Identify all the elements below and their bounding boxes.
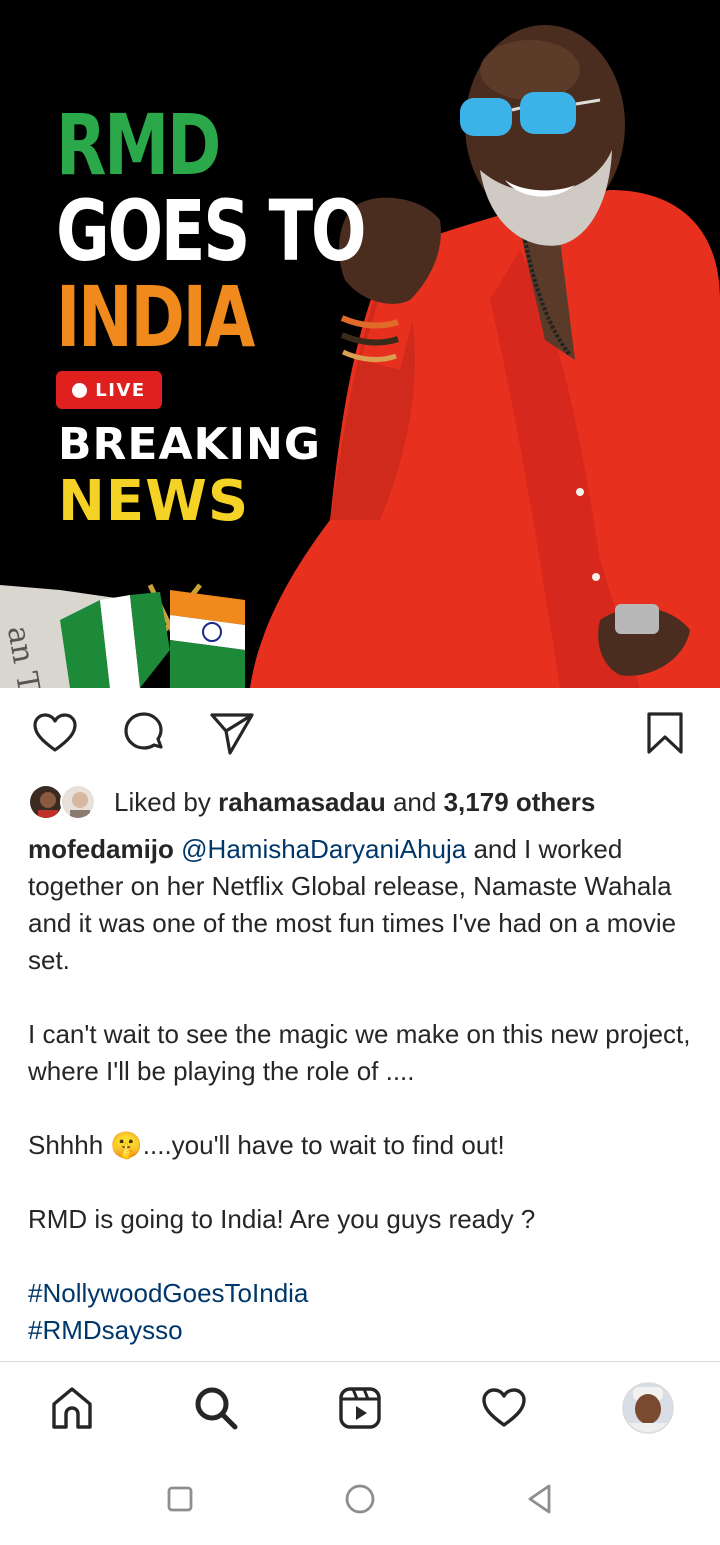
- caption-username[interactable]: mofedamijo: [28, 834, 174, 864]
- post-image[interactable]: an Ti RMD GOES TO INDIA LIVE BREAKING NE…: [0, 0, 720, 688]
- nav-reels[interactable]: [332, 1380, 388, 1436]
- liked-by-and: and: [392, 786, 437, 817]
- liker-avatar-1: [28, 784, 64, 820]
- home-icon: [52, 1387, 92, 1429]
- headline: RMD GOES TO INDIA: [56, 96, 367, 366]
- send-icon: [210, 713, 254, 755]
- bottom-navigation: [0, 1361, 720, 1453]
- news-label: NEWS: [58, 469, 250, 534]
- hashtag-1[interactable]: #NollywoodGoesToIndia: [28, 1275, 698, 1312]
- recents-button[interactable]: [160, 1479, 200, 1519]
- likes-count[interactable]: 3,179 others: [444, 787, 596, 818]
- comment-icon: [124, 712, 163, 750]
- caption-mention[interactable]: @HamishaDaryaniAhuja: [181, 834, 466, 864]
- back-triangle-icon: [528, 1484, 551, 1514]
- caption-paragraph-3: Shhhh 🤫....you'll have to wait to find o…: [28, 1127, 698, 1164]
- live-badge: LIVE: [56, 371, 162, 409]
- live-dot-icon: [72, 382, 88, 398]
- headline-line-3: INDIA: [56, 268, 255, 366]
- save-button[interactable]: [640, 708, 690, 758]
- home-circle-icon: [345, 1484, 375, 1514]
- home-button[interactable]: [340, 1479, 380, 1519]
- nav-search[interactable]: [188, 1380, 244, 1436]
- live-label: LIVE: [95, 379, 146, 401]
- back-button[interactable]: [520, 1479, 560, 1519]
- breaking-label: BREAKING: [58, 419, 321, 470]
- caption: mofedamijo @HamishaDaryaniAhuja and I wo…: [28, 831, 698, 1349]
- recents-square-icon: [167, 1486, 193, 1512]
- search-icon: [195, 1387, 238, 1430]
- comment-button[interactable]: [119, 708, 169, 758]
- shushing-face-emoji: 🤫: [110, 1130, 143, 1160]
- headline-line-2: GOES TO: [56, 182, 367, 280]
- post-actions: [0, 700, 720, 764]
- caption-paragraph-1: mofedamijo @HamishaDaryaniAhuja and I wo…: [28, 831, 698, 979]
- liked-by-prefix: Liked by: [114, 786, 211, 817]
- activity-heart-icon: [482, 1388, 526, 1427]
- share-button[interactable]: [207, 708, 257, 758]
- india-flag: [170, 590, 245, 688]
- heart-icon: [33, 713, 77, 752]
- caption-paragraph-2: I can't wait to see the magic we make on…: [28, 1019, 691, 1086]
- nav-home[interactable]: [44, 1380, 100, 1436]
- caption-paragraph-4: RMD is going to India! Are you guys read…: [28, 1204, 536, 1234]
- like-button[interactable]: [30, 708, 80, 758]
- reels-icon: [339, 1387, 381, 1429]
- hashtag-2[interactable]: #RMDsaysso: [28, 1312, 698, 1349]
- profile-avatar: [622, 1382, 674, 1434]
- nav-activity[interactable]: [476, 1380, 532, 1436]
- nav-profile[interactable]: [620, 1380, 676, 1436]
- liker-avatar-2: [60, 784, 96, 820]
- bookmark-icon: [647, 712, 683, 754]
- headline-line-1: RMD: [56, 96, 221, 194]
- caption-text-3a: Shhhh: [28, 1130, 111, 1160]
- liker-avatars: [28, 782, 104, 822]
- system-navigation-bar: [0, 1453, 720, 1545]
- liker-username[interactable]: rahamasadau: [218, 787, 386, 818]
- caption-text-3b: ....you'll have to wait to find out!: [142, 1130, 505, 1160]
- likes-row[interactable]: Liked by rahamasadau and 3,179 others: [28, 780, 595, 824]
